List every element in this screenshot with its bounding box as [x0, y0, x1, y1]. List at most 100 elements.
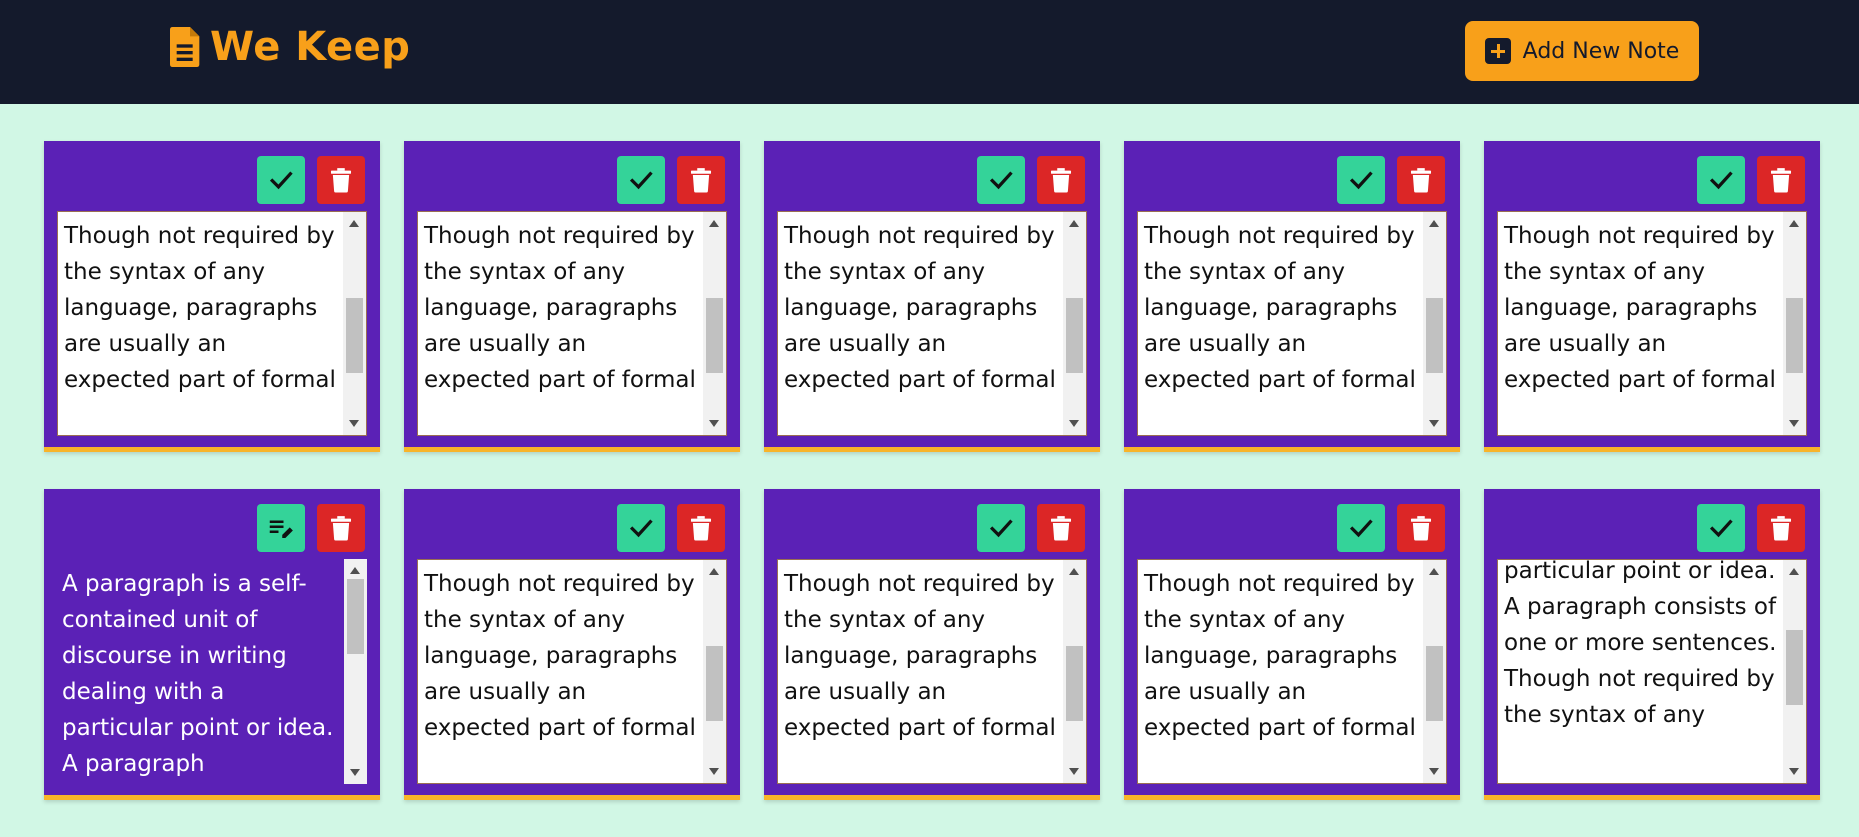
- delete-note-button[interactable]: [1037, 156, 1085, 204]
- scroll-thumb[interactable]: [346, 298, 363, 373]
- trash-icon: [691, 516, 711, 541]
- note-textarea[interactable]: Though not required by the syntax of any…: [1137, 211, 1447, 436]
- note-textarea[interactable]: Though not required by the syntax of any…: [1497, 211, 1807, 436]
- app-header: We Keep Add New Note: [0, 0, 1859, 104]
- delete-note-button[interactable]: [1757, 504, 1805, 552]
- delete-note-button[interactable]: [677, 504, 725, 552]
- delete-note-button[interactable]: [1037, 504, 1085, 552]
- scroll-down-arrow-icon[interactable]: [1789, 420, 1799, 427]
- scroll-up-arrow-icon[interactable]: [1069, 220, 1079, 227]
- note-card: Though not required by the syntax of any…: [1484, 141, 1820, 452]
- delete-note-button[interactable]: [317, 156, 365, 204]
- app-logo[interactable]: We Keep: [170, 24, 410, 70]
- edit-note-icon: [269, 520, 293, 538]
- note-scrollbar[interactable]: [1063, 560, 1086, 783]
- scroll-down-arrow-icon[interactable]: [1069, 420, 1079, 427]
- save-note-button[interactable]: [617, 156, 665, 204]
- scroll-up-arrow-icon[interactable]: [350, 567, 360, 574]
- note-card: Though not required by the syntax of any…: [1124, 489, 1460, 800]
- scroll-up-arrow-icon[interactable]: [1789, 220, 1799, 227]
- check-icon: [1349, 519, 1373, 538]
- scroll-thumb[interactable]: [1066, 646, 1083, 721]
- check-icon: [269, 171, 293, 190]
- scroll-thumb[interactable]: [347, 579, 364, 654]
- scroll-down-arrow-icon[interactable]: [349, 420, 359, 427]
- scroll-up-arrow-icon[interactable]: [1429, 568, 1439, 575]
- delete-note-button[interactable]: [1757, 156, 1805, 204]
- note-textarea[interactable]: Though not required by the syntax of any…: [57, 211, 367, 436]
- delete-note-button[interactable]: [1397, 504, 1445, 552]
- save-note-button[interactable]: [1697, 504, 1745, 552]
- scroll-thumb[interactable]: [706, 646, 723, 721]
- save-note-button[interactable]: [1337, 156, 1385, 204]
- scroll-down-arrow-icon[interactable]: [709, 420, 719, 427]
- note-scrollbar[interactable]: [1423, 212, 1446, 435]
- add-new-note-label: Add New Note: [1522, 38, 1680, 64]
- note-text: particular point or idea. A paragraph co…: [1504, 559, 1777, 728]
- edit-note-button[interactable]: [257, 504, 305, 552]
- scroll-thumb[interactable]: [1426, 646, 1443, 721]
- scroll-up-arrow-icon[interactable]: [709, 568, 719, 575]
- note-actions: [1337, 504, 1445, 552]
- note-scrollbar[interactable]: [1783, 212, 1806, 435]
- note-actions: [977, 156, 1085, 204]
- scroll-down-arrow-icon[interactable]: [1429, 420, 1439, 427]
- trash-icon: [331, 516, 351, 541]
- save-note-button[interactable]: [977, 156, 1025, 204]
- note-textarea[interactable]: particular point or idea. A paragraph co…: [1497, 559, 1807, 784]
- scroll-up-arrow-icon[interactable]: [1429, 220, 1439, 227]
- note-actions: [1697, 504, 1805, 552]
- note-text: Though not required by the syntax of any…: [424, 571, 696, 741]
- scroll-thumb[interactable]: [1066, 298, 1083, 373]
- scroll-down-arrow-icon[interactable]: [350, 769, 360, 776]
- note-text: A paragraph is a self-contained unit of …: [62, 571, 334, 777]
- scroll-thumb[interactable]: [1426, 298, 1443, 373]
- note-scrollbar[interactable]: [1783, 560, 1806, 783]
- note-actions: [1337, 156, 1445, 204]
- note-text: Though not required by the syntax of any…: [1144, 571, 1416, 741]
- note-textarea[interactable]: Though not required by the syntax of any…: [1137, 559, 1447, 784]
- note-scrollbar[interactable]: [703, 212, 726, 435]
- scroll-down-arrow-icon[interactable]: [1789, 768, 1799, 775]
- scroll-thumb[interactable]: [1786, 298, 1803, 373]
- delete-note-button[interactable]: [317, 504, 365, 552]
- delete-note-button[interactable]: [677, 156, 725, 204]
- note-actions: [1697, 156, 1805, 204]
- note-scrollbar[interactable]: [1063, 212, 1086, 435]
- delete-note-button[interactable]: [1397, 156, 1445, 204]
- note-text: Though not required by the syntax of any…: [64, 223, 336, 393]
- note-textarea[interactable]: Though not required by the syntax of any…: [777, 559, 1087, 784]
- note-textarea[interactable]: Though not required by the syntax of any…: [777, 211, 1087, 436]
- note-textarea[interactable]: Though not required by the syntax of any…: [417, 559, 727, 784]
- note-actions: [617, 504, 725, 552]
- note-scrollbar[interactable]: [344, 559, 367, 784]
- note-card: Though not required by the syntax of any…: [404, 141, 740, 452]
- trash-icon: [1771, 516, 1791, 541]
- save-note-button[interactable]: [1337, 504, 1385, 552]
- scroll-down-arrow-icon[interactable]: [709, 768, 719, 775]
- note-scrollbar[interactable]: [343, 212, 366, 435]
- scroll-up-arrow-icon[interactable]: [1789, 568, 1799, 575]
- scroll-up-arrow-icon[interactable]: [349, 220, 359, 227]
- note-text: Though not required by the syntax of any…: [1144, 223, 1416, 393]
- scroll-down-arrow-icon[interactable]: [1069, 768, 1079, 775]
- note-actions: [977, 504, 1085, 552]
- scroll-thumb[interactable]: [706, 298, 723, 373]
- save-note-button[interactable]: [1697, 156, 1745, 204]
- add-new-note-button[interactable]: Add New Note: [1465, 21, 1699, 81]
- save-note-button[interactable]: [617, 504, 665, 552]
- save-note-button[interactable]: [257, 156, 305, 204]
- scroll-down-arrow-icon[interactable]: [1429, 768, 1439, 775]
- note-scrollbar[interactable]: [1423, 560, 1446, 783]
- document-icon: [170, 27, 200, 67]
- note-scrollbar[interactable]: [703, 560, 726, 783]
- note-card: particular point or idea. A paragraph co…: [1484, 489, 1820, 800]
- scroll-thumb[interactable]: [1786, 629, 1803, 705]
- note-text: Though not required by the syntax of any…: [1504, 223, 1776, 393]
- check-icon: [989, 519, 1013, 538]
- check-icon: [1709, 519, 1733, 538]
- scroll-up-arrow-icon[interactable]: [709, 220, 719, 227]
- note-textarea[interactable]: Though not required by the syntax of any…: [417, 211, 727, 436]
- save-note-button[interactable]: [977, 504, 1025, 552]
- scroll-up-arrow-icon[interactable]: [1069, 568, 1079, 575]
